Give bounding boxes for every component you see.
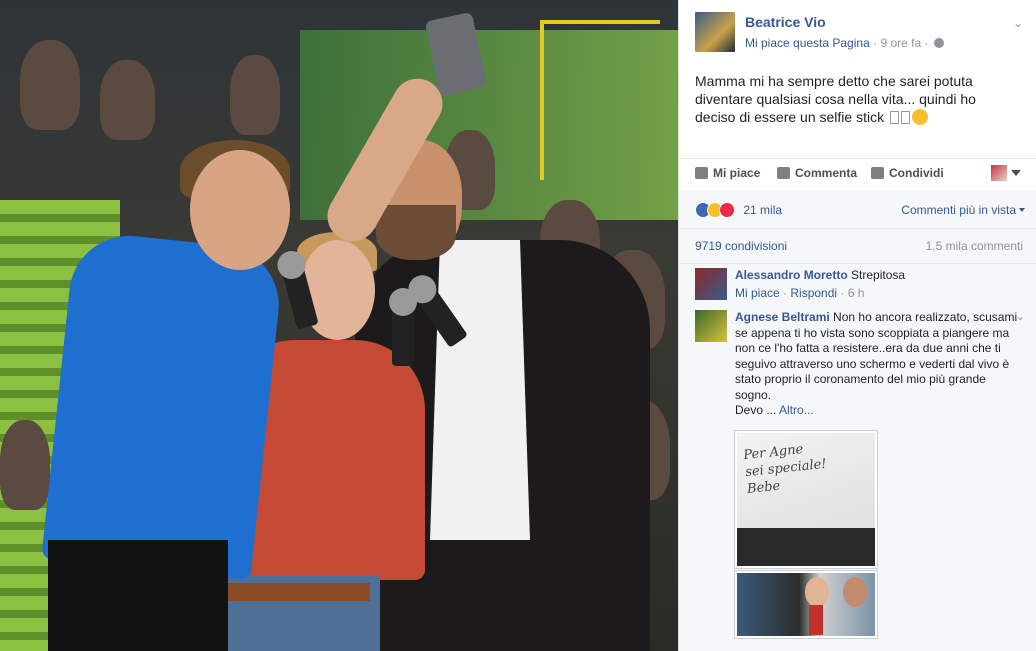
thumb-up-icon	[695, 167, 708, 179]
post-actions: Mi piace Commenta Condividi	[679, 160, 1036, 188]
comment-text-more: Devo ...	[735, 403, 777, 417]
like-label: Mi piace	[713, 166, 761, 180]
commenter-avatar[interactable]	[695, 310, 727, 342]
post-header: Beatrice Vio Mi piace questa Pagina · 9 …	[695, 12, 1025, 54]
chevron-down-icon[interactable]: ⌄	[1011, 16, 1025, 30]
post-meta: Mi piace questa Pagina · 9 ore fa ·	[745, 36, 944, 50]
microphone-icon	[389, 288, 417, 366]
commenter-name[interactable]: Agnese Beltrami	[735, 310, 830, 324]
man-left-shirt	[41, 229, 285, 581]
comment-photo-note[interactable]: Per Agne sei speciale! Bebe	[735, 431, 877, 568]
share-count[interactable]: 9719 condivisioni	[695, 239, 787, 253]
man-left-pants	[48, 540, 228, 651]
comment-label: Commenta	[795, 166, 858, 180]
like-button[interactable]: Mi piace	[695, 166, 760, 180]
crowd-person	[0, 420, 50, 510]
comment-body: Alessandro Moretto Strepitosa Mi piace ·…	[735, 268, 1020, 301]
commenter-avatar[interactable]	[695, 268, 727, 300]
post-photo[interactable]	[0, 0, 678, 651]
post-message: Mamma mi ha sempre detto che sarei potut…	[695, 73, 976, 125]
divider	[679, 158, 1036, 159]
comments-order-label: Commenti più in vista	[901, 203, 1016, 217]
commenter-name[interactable]: Alessandro Moretto	[735, 268, 848, 282]
share-arrow-icon	[871, 167, 884, 179]
share-label: Condividi	[889, 166, 944, 180]
page-switcher[interactable]	[991, 165, 1021, 181]
post-time[interactable]: 9 ore fa	[880, 36, 921, 50]
comment: Alessandro Moretto Strepitosa Mi piace ·…	[695, 268, 1025, 308]
comment-button[interactable]: Commenta	[777, 166, 857, 180]
arena-railing	[540, 20, 660, 180]
globe-icon	[933, 38, 944, 48]
laughing-emoji-icon	[911, 109, 928, 125]
crowd-person	[100, 60, 155, 140]
comment-reply-link[interactable]: Rispondi	[790, 286, 837, 300]
share-button[interactable]: Condividi	[871, 166, 944, 180]
crowd-person	[20, 40, 80, 130]
comment-like-link[interactable]: Mi piace	[735, 286, 780, 300]
comment-meta: Mi piace · Rispondi · 6 h	[735, 286, 1020, 302]
chevron-down-icon[interactable]: ⌄	[1016, 310, 1025, 323]
man-left-head	[190, 150, 290, 270]
author-name[interactable]: Beatrice Vio	[745, 14, 826, 30]
comment-text: Strepitosa	[851, 268, 906, 282]
like-page-link[interactable]: Mi piace questa Pagina	[745, 36, 870, 50]
author-avatar[interactable]	[695, 12, 735, 52]
crowd-person	[230, 55, 280, 135]
caret-down-icon	[1019, 208, 1025, 212]
reaction-count[interactable]: 21 mila	[743, 203, 782, 217]
photo-shadow	[737, 528, 875, 566]
love-reaction-icon	[719, 202, 735, 218]
comment-count[interactable]: 1,5 mila commenti	[926, 239, 1023, 253]
meta-separator: ·	[924, 36, 932, 50]
feedback-section: 21 mila Commenti più in vista 9719 condi…	[679, 190, 1036, 651]
reactions-summary[interactable]: 21 mila	[695, 202, 782, 218]
red-scarf	[809, 605, 823, 635]
post-panel: Beatrice Vio Mi piace questa Pagina · 9 …	[678, 0, 1036, 651]
comments-order-dropdown[interactable]: Commenti più in vista	[901, 203, 1025, 217]
man-right-beard	[376, 205, 456, 260]
man-right-shirt	[430, 240, 530, 540]
post-text: Mamma mi ha sempre detto che sarei potut…	[695, 72, 1015, 126]
caret-down-icon	[1011, 170, 1021, 176]
comment-body: Agnese Beltrami Non ho ancora realizzato…	[735, 310, 1020, 419]
comment-photo-selfie[interactable]	[735, 571, 877, 638]
person-face	[805, 577, 829, 607]
missing-glyph-icon	[889, 111, 899, 124]
person-face	[843, 577, 867, 607]
see-more-link[interactable]: Altro...	[779, 403, 814, 417]
post-stats: 9719 condivisioni 1,5 mila commenti	[679, 228, 1036, 264]
page-avatar	[991, 165, 1007, 181]
handwritten-note: Per Agne sei speciale! Bebe	[742, 442, 828, 498]
comment-time[interactable]: 6 h	[848, 286, 865, 300]
speech-bubble-icon	[777, 167, 790, 179]
woman-belt	[215, 583, 370, 601]
meta-separator: ·	[840, 285, 848, 300]
missing-glyph-icon	[900, 111, 910, 124]
